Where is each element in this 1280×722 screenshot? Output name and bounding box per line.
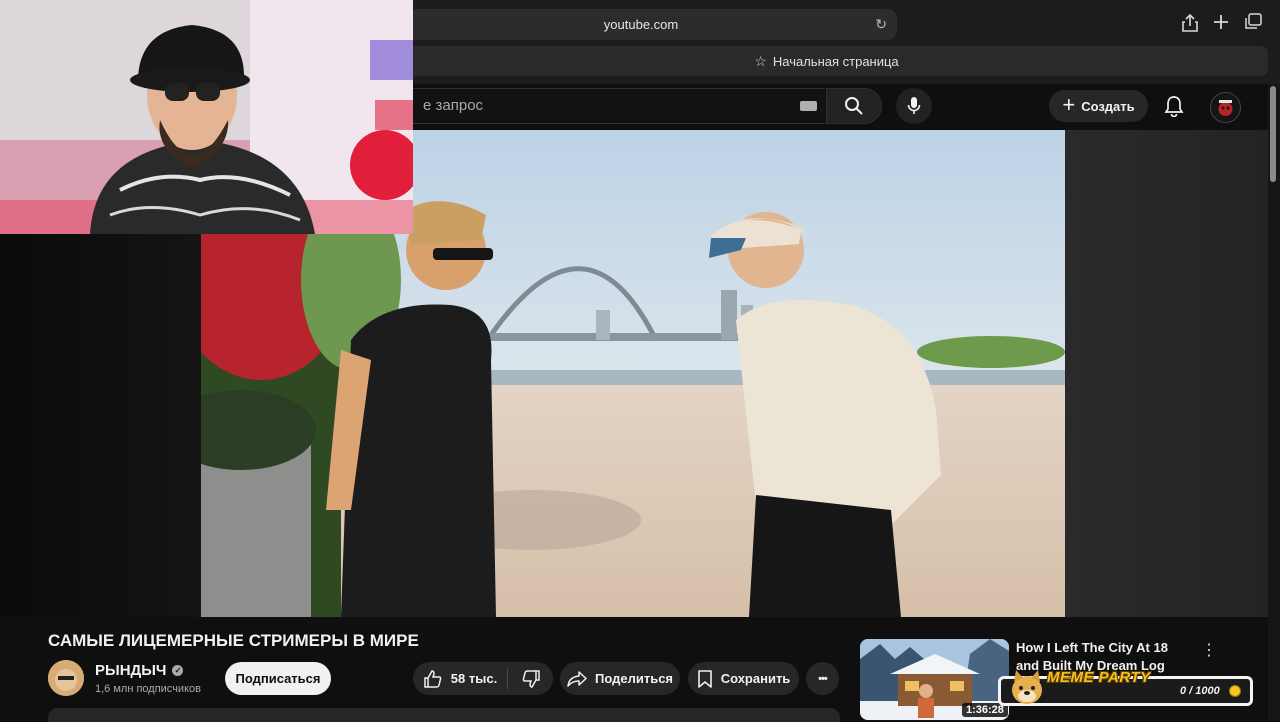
more-actions-button[interactable]: ••• [806, 662, 839, 695]
keyboard-icon[interactable] [800, 101, 817, 111]
bookmark-icon [697, 669, 712, 688]
plus-icon: + [1062, 92, 1076, 117]
create-label: Создать [1081, 98, 1135, 114]
more-icon: ••• [818, 672, 828, 685]
tabs-overview-icon[interactable] [1242, 13, 1264, 35]
channel-name-text: РЫНДЫЧ [95, 662, 167, 679]
meme-party-title: MEME PARTY [1047, 669, 1151, 686]
share-button[interactable]: Поделиться [560, 662, 680, 695]
bell-icon [1164, 96, 1184, 117]
new-tab-plus-icon[interactable] [1210, 13, 1232, 35]
video-title: САМЫЕ ЛИЦЕМЕРНЫЕ СТРИМЕРЫ В МИРЕ [48, 631, 419, 650]
subscriber-count: 1,6 млн подписчиков [95, 683, 201, 695]
url-bar[interactable]: youtube.com ↻ [385, 9, 897, 40]
thumbs-up-icon [424, 669, 442, 688]
video-letterbox-right [1065, 130, 1268, 617]
recommended-video-menu-icon[interactable]: ⋮ [1200, 640, 1218, 660]
star-icon: ☆ [754, 52, 767, 69]
channel-avatar[interactable] [48, 660, 84, 696]
webcam-overlay [0, 0, 413, 234]
like-button[interactable]: 58 тыс. [413, 662, 507, 695]
like-count: 58 тыс. [450, 671, 498, 686]
meme-party-progress: 0 / 1000 [1180, 685, 1220, 697]
dislike-button[interactable] [508, 662, 553, 695]
share-label: Поделиться [594, 671, 674, 686]
create-button[interactable]: + Создать [1049, 90, 1148, 122]
search-icon [845, 97, 863, 115]
notifications-button[interactable] [1160, 92, 1188, 120]
video-letterbox-left [0, 234, 201, 617]
save-label: Сохранить [720, 671, 791, 686]
tab-title: Начальная страница [772, 53, 899, 69]
search-placeholder: е запрос [423, 97, 484, 114]
reload-icon[interactable]: ↻ [875, 16, 887, 33]
mic-icon [907, 97, 921, 114]
thumbs-down-icon [522, 669, 540, 688]
save-button[interactable]: Сохранить [688, 662, 799, 695]
channel-name[interactable]: РЫНДЫЧ ✓ [95, 662, 184, 679]
doge-logo [1010, 668, 1044, 706]
scrollbar-thumb[interactable] [1270, 86, 1276, 182]
share-arrow-icon [567, 670, 587, 687]
subscribe-button[interactable]: Подписаться [225, 662, 331, 695]
url-text: youtube.com [603, 17, 679, 32]
tab-start-page[interactable]: ☆ Начальная страница [385, 46, 1268, 76]
share-icon[interactable] [1179, 13, 1201, 35]
coin-icon [1229, 685, 1241, 697]
search-button[interactable] [826, 88, 882, 124]
verified-icon: ✓ [172, 665, 184, 676]
voice-search-button[interactable] [896, 88, 932, 124]
avatar[interactable] [1210, 92, 1241, 123]
